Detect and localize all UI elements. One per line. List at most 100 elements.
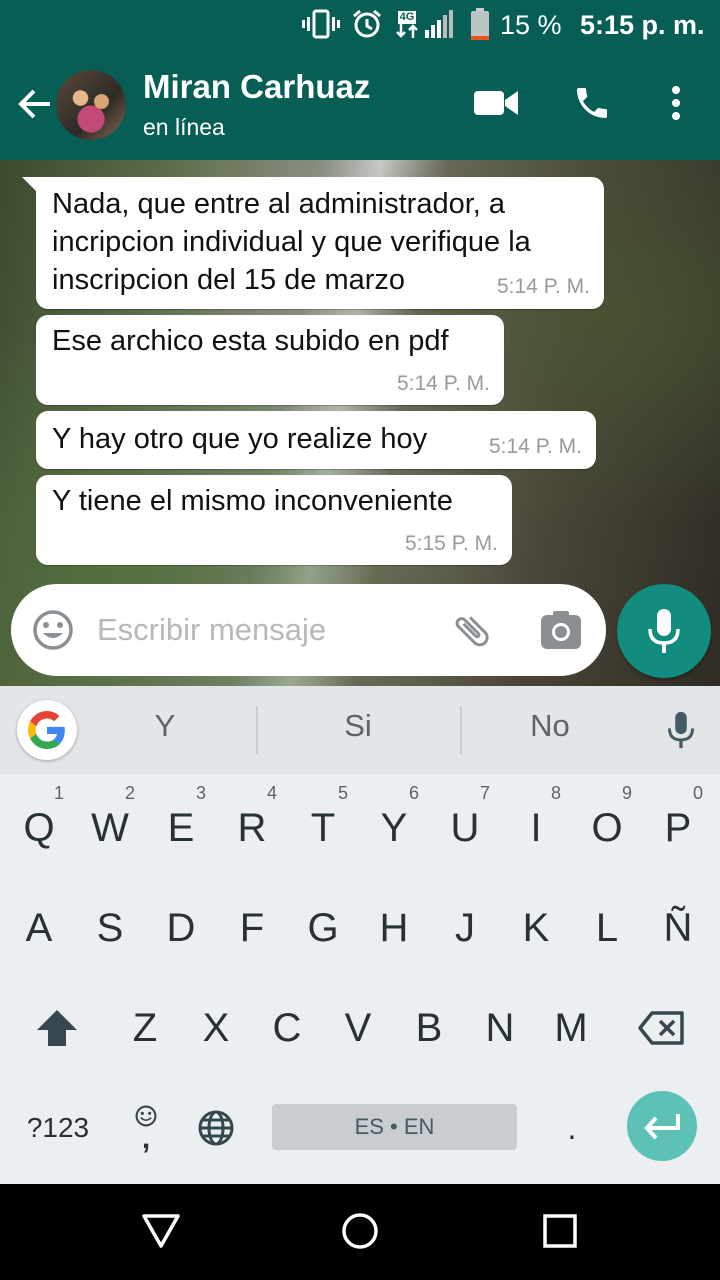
message-bubble[interactable]: Ese archico esta subido en pdf 5:14 P. M…	[36, 315, 504, 405]
key-p[interactable]: P0	[643, 780, 713, 876]
google-g-icon	[28, 711, 65, 749]
video-call-icon	[474, 91, 518, 115]
emoji-comma-key[interactable]: ,	[116, 1080, 176, 1176]
message-time: 5:14 P. M.	[488, 435, 582, 458]
key-l[interactable]: L	[572, 880, 642, 976]
nav-back-button[interactable]	[136, 1206, 186, 1256]
emoji-icon	[33, 610, 73, 650]
suggestion-2[interactable]: Si	[290, 708, 426, 752]
contact-name[interactable]: Miran Carhuaz	[143, 68, 370, 106]
chat-header: Miran Carhuaz en línea	[0, 48, 720, 160]
voice-record-button[interactable]	[617, 584, 711, 678]
circle-home-icon	[342, 1213, 378, 1249]
battery-percent: 15 %	[500, 10, 562, 40]
backspace-key[interactable]	[626, 980, 696, 1076]
key-e[interactable]: E3	[146, 780, 216, 876]
key-n[interactable]: N	[465, 980, 535, 1076]
key-v[interactable]: V	[323, 980, 393, 1076]
key-y[interactable]: Y6	[359, 780, 429, 876]
key-r[interactable]: R4	[217, 780, 287, 876]
shift-arrow-icon	[37, 1010, 77, 1046]
symbols-key[interactable]: ?123	[8, 1080, 108, 1176]
suggestion-strip: Y Si No	[0, 686, 720, 774]
camera-icon	[541, 611, 581, 649]
square-recents-icon	[543, 1214, 577, 1248]
google-search-button[interactable]	[17, 700, 77, 760]
key-o[interactable]: O9	[572, 780, 642, 876]
message-text: Y hay otro que yo realize hoy	[52, 423, 428, 455]
shift-key[interactable]	[22, 980, 92, 1076]
signal-icon	[424, 8, 454, 40]
avatar[interactable]	[56, 70, 126, 140]
key-x[interactable]: X	[181, 980, 251, 1076]
more-vert-icon	[672, 86, 680, 120]
suggestion-3[interactable]: No	[480, 708, 620, 752]
nav-home-button[interactable]	[335, 1206, 385, 1256]
key-w[interactable]: W2	[75, 780, 145, 876]
back-arrow-icon	[18, 89, 50, 119]
emoji-button[interactable]	[31, 608, 75, 652]
key-k[interactable]: K	[501, 880, 571, 976]
comma-label: ,	[141, 1122, 151, 1155]
mic-icon	[648, 609, 680, 653]
key-c[interactable]: C	[252, 980, 322, 1076]
key-b[interactable]: B	[394, 980, 464, 1076]
back-button[interactable]	[12, 82, 56, 126]
status-clock: 5:15 p. m.	[580, 10, 705, 40]
vibrate-icon	[302, 8, 340, 40]
space-bar[interactable]: ES • EN	[272, 1104, 517, 1150]
network-type-badge: 4G	[394, 8, 420, 40]
battery-icon	[468, 8, 492, 40]
attach-icon	[455, 616, 489, 647]
key-g[interactable]: G	[288, 880, 358, 976]
key-a[interactable]: A	[4, 880, 74, 976]
voice-call-button[interactable]	[568, 80, 616, 126]
language-key[interactable]	[188, 1080, 244, 1176]
status-bar: 4G 15 % 5:15 p. m.	[0, 0, 720, 48]
message-bubble[interactable]: Y hay otro que yo realize hoy 5:14 P. M.	[36, 411, 596, 469]
voice-input-button[interactable]	[660, 708, 702, 752]
video-call-button[interactable]	[470, 80, 522, 126]
enter-key[interactable]	[627, 1091, 697, 1161]
camera-button[interactable]	[539, 608, 583, 652]
triangle-back-icon	[142, 1214, 180, 1248]
key-j[interactable]: J	[430, 880, 500, 976]
nav-recents-button[interactable]	[535, 1206, 585, 1256]
message-input[interactable]	[97, 610, 437, 650]
message-time: 5:14 P. M.	[396, 372, 490, 395]
message-text: Y tiene el mismo inconveniente	[52, 485, 453, 517]
keyboard: Y Si No Q1 W2 E3 R4 T5 Y6 U7 I8 O9 P0 A …	[0, 686, 720, 1184]
key-i[interactable]: I8	[501, 780, 571, 876]
key-f[interactable]: F	[217, 880, 287, 976]
enter-arrow-icon	[644, 1114, 680, 1140]
key-d[interactable]: D	[146, 880, 216, 976]
key-t[interactable]: T5	[288, 780, 358, 876]
system-nav-bar	[0, 1184, 720, 1280]
suggestion-divider	[256, 706, 258, 754]
key-z[interactable]: Z	[110, 980, 180, 1076]
key-u[interactable]: U7	[430, 780, 500, 876]
message-text: Nada, que entre al administrador, a incr…	[52, 188, 531, 296]
suggestion-divider	[460, 706, 462, 754]
attach-button[interactable]	[449, 608, 495, 654]
alarm-icon	[350, 8, 384, 40]
message-text: Ese archico esta subido en pdf	[52, 325, 449, 357]
message-bubble[interactable]: Y tiene el mismo inconveniente 5:15 P. M…	[36, 475, 512, 565]
key-m[interactable]: M	[536, 980, 606, 1076]
key-h[interactable]: H	[359, 880, 429, 976]
key-q[interactable]: Q1	[4, 780, 74, 876]
phone-icon	[577, 88, 607, 118]
period-key[interactable]: .	[540, 1080, 604, 1176]
globe-icon	[198, 1110, 234, 1146]
message-bubble[interactable]: Nada, que entre al administrador, a incr…	[22, 177, 604, 309]
suggestion-1[interactable]: Y	[100, 708, 230, 752]
contact-status: en línea	[143, 114, 225, 140]
message-time: 5:15 P. M.	[404, 532, 498, 555]
message-composer	[11, 584, 606, 676]
message-time: 5:14 P. M.	[496, 275, 590, 298]
backspace-icon	[638, 1011, 684, 1045]
more-options-button[interactable]	[656, 80, 696, 126]
key-n-tilde[interactable]: Ñ	[643, 880, 713, 976]
mic-icon	[668, 711, 694, 749]
key-s[interactable]: S	[75, 880, 145, 976]
